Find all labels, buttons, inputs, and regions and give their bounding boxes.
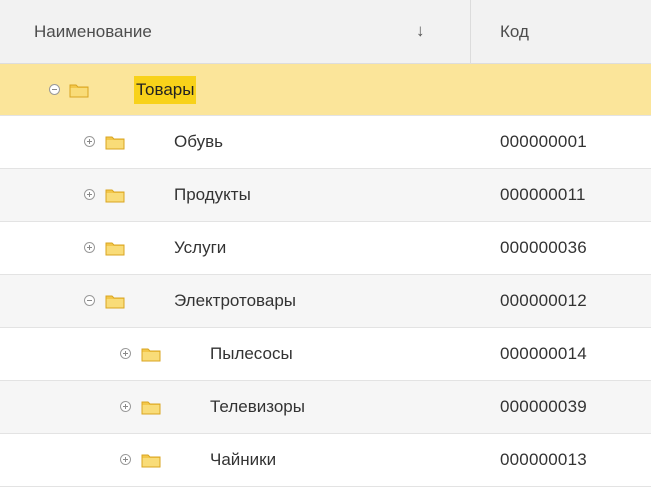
code-cell: 000000001 bbox=[471, 116, 651, 168]
row-name: Товары bbox=[134, 75, 197, 104]
row-code: 000000012 bbox=[500, 291, 587, 310]
code-cell bbox=[471, 64, 651, 115]
name-cell: Электротовары bbox=[0, 275, 471, 327]
expand-icon[interactable] bbox=[84, 242, 95, 253]
row-name: Продукты bbox=[174, 185, 251, 204]
table-row[interactable]: Телевизоры 000000039 bbox=[0, 381, 651, 434]
name-cell: Обувь bbox=[0, 116, 471, 168]
column-header-code[interactable]: Код bbox=[471, 0, 651, 63]
code-cell: 000000014 bbox=[471, 328, 651, 380]
code-cell: 000000013 bbox=[471, 434, 651, 486]
sort-down-icon[interactable]: ↓ bbox=[416, 21, 425, 41]
expand-icon[interactable] bbox=[120, 348, 131, 359]
tree-table: Наименование ↓ Код Товары Обувь 00000000… bbox=[0, 0, 651, 491]
collapse-icon[interactable] bbox=[84, 295, 95, 306]
folder-icon bbox=[105, 295, 125, 309]
row-name: Пылесосы bbox=[210, 344, 293, 363]
collapse-icon[interactable] bbox=[49, 83, 60, 95]
folder-icon bbox=[141, 348, 161, 362]
code-cell: 000000012 bbox=[471, 275, 651, 327]
column-header-code-label: Код bbox=[500, 21, 529, 41]
row-code: 000000011 bbox=[500, 185, 586, 204]
name-cell: Телевизоры bbox=[0, 381, 471, 433]
table-row[interactable]: Пылесосы 000000014 bbox=[0, 328, 651, 381]
column-header-name[interactable]: Наименование ↓ bbox=[0, 0, 471, 63]
name-cell: Чайники bbox=[0, 434, 471, 486]
row-code: 000000036 bbox=[500, 238, 587, 257]
row-code: 000000001 bbox=[500, 132, 587, 151]
table-header: Наименование ↓ Код bbox=[0, 0, 651, 64]
folder-icon bbox=[105, 242, 125, 256]
name-cell: Продукты bbox=[0, 169, 471, 221]
table-row[interactable]: Чайники 000000013 bbox=[0, 434, 651, 487]
name-cell: Товары bbox=[0, 64, 471, 115]
table-row[interactable]: Обувь 000000001 bbox=[0, 116, 651, 169]
folder-icon bbox=[141, 401, 161, 415]
expand-icon[interactable] bbox=[84, 189, 95, 200]
folder-icon bbox=[105, 136, 125, 150]
table-row[interactable]: Услуги 000000036 bbox=[0, 222, 651, 275]
expand-icon[interactable] bbox=[120, 401, 131, 412]
expand-icon[interactable] bbox=[84, 136, 95, 147]
row-code: 000000013 bbox=[500, 450, 587, 469]
table-row[interactable]: Электротовары 000000012 bbox=[0, 275, 651, 328]
code-cell: 000000011 bbox=[471, 169, 651, 221]
row-code: 000000014 bbox=[500, 344, 587, 363]
folder-icon bbox=[141, 454, 161, 468]
column-header-name-label: Наименование bbox=[34, 21, 152, 41]
table-row[interactable]: Продукты 000000011 bbox=[0, 169, 651, 222]
table-row[interactable]: Товары bbox=[0, 64, 651, 116]
folder-icon bbox=[69, 84, 89, 97]
name-cell: Пылесосы bbox=[0, 328, 471, 380]
expand-icon[interactable] bbox=[120, 454, 131, 465]
row-name: Услуги bbox=[174, 238, 227, 257]
row-name: Чайники bbox=[210, 450, 277, 469]
row-name: Электротовары bbox=[174, 291, 296, 310]
name-cell: Услуги bbox=[0, 222, 471, 274]
row-name: Обувь bbox=[174, 132, 223, 151]
row-name: Телевизоры bbox=[210, 397, 305, 416]
code-cell: 000000036 bbox=[471, 222, 651, 274]
row-code: 000000039 bbox=[500, 397, 587, 416]
code-cell: 000000039 bbox=[471, 381, 651, 433]
folder-icon bbox=[105, 189, 125, 203]
